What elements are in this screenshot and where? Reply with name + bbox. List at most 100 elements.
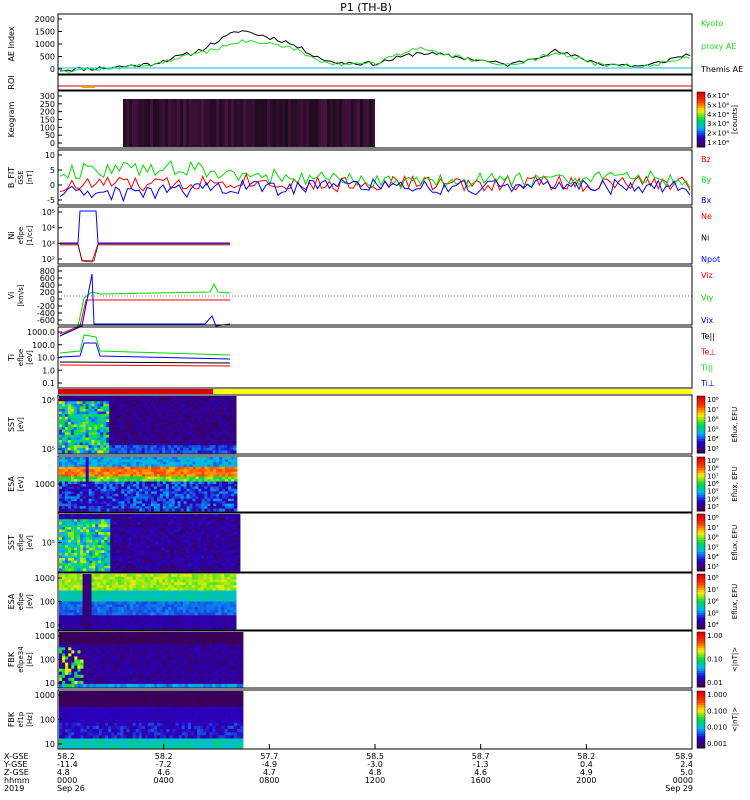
- sst-e-cell: [159, 396, 163, 399]
- esa-i-cell: [168, 618, 172, 622]
- esa-e-cell: [64, 481, 69, 485]
- sst-i-cell: [221, 539, 226, 543]
- esa-e-cell: [106, 476, 110, 480]
- sst-i-cell: [188, 560, 193, 564]
- esa-i-cell: [123, 626, 128, 630]
- sst-e-cell: [230, 445, 234, 449]
- sst-i-cell: [77, 521, 81, 525]
- sst-i-cell: [155, 529, 159, 533]
- sst-e-cell: [85, 406, 89, 410]
- esa-e-cell: [204, 488, 208, 492]
- esa-i-cell: [76, 607, 81, 611]
- sst-i-cell: [197, 519, 202, 523]
- sst-e-cell: [224, 419, 228, 423]
- esa-i-cell: [103, 596, 107, 600]
- sst-i-cell: [140, 537, 144, 541]
- sst-e-cell: [188, 450, 193, 454]
- sst-i-cell: [167, 519, 171, 523]
- esa-e-cell: [183, 508, 187, 512]
- esa-e-cell: [186, 476, 190, 480]
- sst-e-cell: [91, 427, 95, 431]
- sst-e-cell: [162, 442, 166, 446]
- sst-e-cell: [141, 411, 145, 415]
- sst-e-cell: [115, 450, 119, 454]
- sst-i-cell: [215, 550, 220, 554]
- sst-i-cell: [125, 537, 129, 541]
- esa-e-cell: [183, 471, 187, 475]
- esa-e-cell: [148, 481, 152, 485]
- sst-e-cell: [147, 414, 151, 418]
- esa-i-cell: [144, 623, 148, 627]
- sst-e-cell: [123, 427, 128, 431]
- esa-e-cell: [79, 493, 84, 497]
- esa-e-cell: [59, 508, 63, 512]
- esa-e-cell: [174, 457, 179, 460]
- sst-i-cell: [62, 552, 66, 556]
- esa-i-cell: [67, 598, 72, 602]
- sst-e-cell: [227, 421, 231, 425]
- sst-e-cell: [76, 401, 81, 405]
- esa-e-cell: [88, 481, 93, 485]
- sst-i-cell: [131, 545, 135, 549]
- esa-e-cell: [91, 498, 95, 502]
- keogram-column: [222, 99, 225, 147]
- esa-e-cell: [82, 476, 87, 480]
- esa-e-cell: [195, 466, 199, 470]
- sst-e-cell: [135, 450, 140, 454]
- sst-i-cell: [137, 524, 141, 528]
- esa-i-cell: [132, 579, 137, 583]
- sst-i-cell: [122, 542, 126, 546]
- sst-i-cell: [234, 542, 238, 546]
- esa-e-cell: [67, 457, 72, 460]
- esa-i-cell: [165, 576, 169, 580]
- sst-e-cell: [182, 424, 187, 428]
- sst-e-cell: [129, 447, 134, 451]
- esa-i-cell: [85, 576, 89, 580]
- esa-e-cell: [162, 508, 167, 512]
- sst-e-cell: [212, 434, 216, 438]
- sst-e-cell: [230, 396, 234, 399]
- sst-i-cell: [146, 565, 150, 569]
- esa-e-cell: [153, 503, 158, 507]
- sst-i-cell: [80, 521, 84, 525]
- sst-e-cell: [103, 414, 107, 418]
- esa-e-cell: [231, 457, 235, 460]
- esa-i-cell: [100, 609, 104, 613]
- esa-i-cell: [171, 576, 175, 580]
- sst-e-cell: [62, 411, 66, 415]
- sst-i-cell: [131, 524, 135, 528]
- esa-e-cell: [148, 471, 152, 475]
- esa-i-cell: [59, 626, 63, 630]
- sst-e-cell: [215, 396, 219, 399]
- sst-i-cell: [89, 537, 93, 541]
- esa-e-cell: [133, 508, 137, 512]
- sst-e-cell: [150, 403, 154, 407]
- sst-e-cell: [126, 411, 131, 415]
- sst-e-cell: [209, 411, 213, 415]
- sst-e-cell: [135, 411, 140, 415]
- esa-i-cell: [171, 579, 175, 583]
- sst-i-cell: [149, 516, 153, 520]
- sst-i-cell: [83, 539, 87, 543]
- esa-e-cell: [85, 457, 90, 460]
- esa-e-cell: [225, 484, 229, 487]
- esa-e-cell: [207, 488, 211, 492]
- sst-e-cell: [212, 442, 216, 446]
- esa-i-cell: [64, 601, 69, 605]
- sst-i-cell: [89, 524, 93, 528]
- sst-e-cell: [64, 429, 69, 433]
- sst-e-cell: [106, 440, 110, 443]
- sst-e-cell: [233, 398, 237, 402]
- sst-i-cell: [131, 542, 135, 546]
- esa-e-cell: [59, 471, 63, 475]
- sst-i-cell: [155, 521, 159, 525]
- esa-i-cell: [147, 604, 151, 608]
- sst-i-cell: [230, 524, 235, 528]
- esa-i-cell: [121, 598, 125, 602]
- keogram-column: [306, 99, 309, 147]
- esa-i-cell: [62, 579, 66, 583]
- esa-i-cell: [94, 579, 98, 583]
- esa-i-cell: [97, 609, 101, 613]
- esa-i-cell: [171, 620, 175, 624]
- keogram-column: [240, 99, 243, 147]
